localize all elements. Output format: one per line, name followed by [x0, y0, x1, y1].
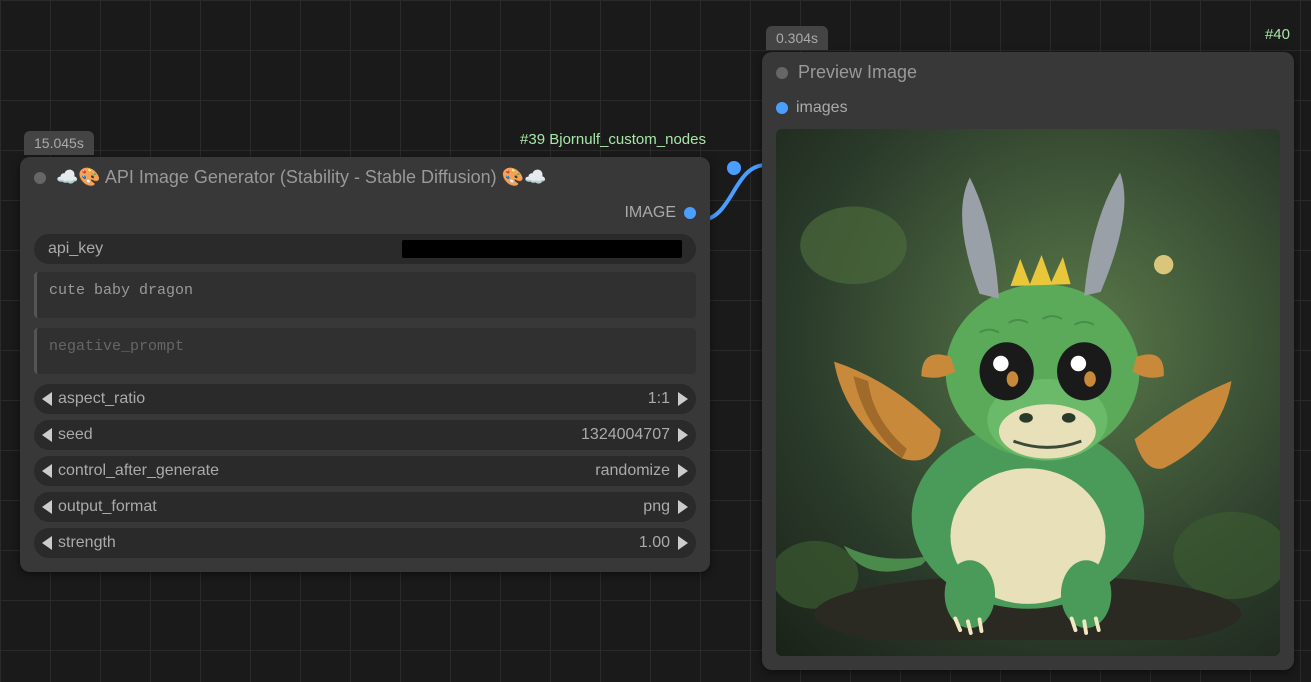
node-header[interactable]: Preview Image — [762, 52, 1294, 93]
execution-time-badge: 0.304s — [766, 26, 828, 50]
api-key-label: api_key — [48, 240, 103, 258]
param-value: 1324004707 — [581, 426, 670, 444]
node-title: ☁️🎨 API Image Generator (Stability - Sta… — [56, 167, 547, 188]
param-label: strength — [58, 534, 116, 552]
param-label: seed — [58, 426, 93, 444]
param-label: output_format — [58, 498, 157, 516]
param-value: 1.00 — [639, 534, 670, 552]
param-value: randomize — [595, 462, 670, 480]
param-aspect-ratio[interactable]: aspect_ratio 1:1 — [34, 384, 696, 414]
param-value: png — [643, 498, 670, 516]
chevron-right-icon[interactable] — [678, 536, 688, 550]
chevron-left-icon[interactable] — [42, 536, 52, 550]
chevron-right-icon[interactable] — [678, 428, 688, 442]
chevron-left-icon[interactable] — [42, 500, 52, 514]
collapse-dot-icon[interactable] — [34, 172, 46, 184]
generator-node[interactable]: 15.045s #39 Bjornulf_custom_nodes ☁️🎨 AP… — [20, 157, 710, 572]
chevron-left-icon[interactable] — [42, 464, 52, 478]
param-control-after-generate[interactable]: control_after_generate randomize — [34, 456, 696, 486]
input-port-label: images — [796, 99, 848, 117]
node-title: Preview Image — [798, 62, 917, 83]
param-strength[interactable]: strength 1.00 — [34, 528, 696, 558]
chevron-right-icon[interactable] — [678, 392, 688, 406]
chevron-right-icon[interactable] — [678, 464, 688, 478]
output-port-row[interactable]: IMAGE — [20, 198, 710, 228]
generated-image[interactable] — [776, 129, 1280, 656]
param-label: control_after_generate — [58, 462, 219, 480]
negative-prompt-textarea[interactable]: negative_prompt — [34, 328, 696, 374]
node-header[interactable]: ☁️🎨 API Image Generator (Stability - Sta… — [20, 157, 710, 198]
prompt-textarea[interactable]: cute baby dragon — [34, 272, 696, 318]
node-id-badge: #40 — [1265, 26, 1290, 43]
param-label: aspect_ratio — [58, 390, 145, 408]
param-output-format[interactable]: output_format png — [34, 492, 696, 522]
input-port-dot-icon[interactable] — [776, 102, 788, 114]
node-id-badge: #39 Bjornulf_custom_nodes — [520, 131, 706, 148]
execution-time-badge: 15.045s — [24, 131, 94, 155]
param-value: 1:1 — [648, 390, 670, 408]
collapse-dot-icon[interactable] — [776, 67, 788, 79]
param-seed[interactable]: seed 1324004707 — [34, 420, 696, 450]
api-key-value-masked[interactable] — [402, 240, 682, 258]
chevron-right-icon[interactable] — [678, 500, 688, 514]
chevron-left-icon[interactable] — [42, 392, 52, 406]
output-port-dot-icon[interactable] — [684, 207, 696, 219]
api-key-field[interactable]: api_key — [34, 234, 696, 264]
chevron-left-icon[interactable] — [42, 428, 52, 442]
preview-node[interactable]: 0.304s #40 Preview Image images — [762, 52, 1294, 670]
output-port-label: IMAGE — [624, 204, 676, 222]
dragon-illustration-icon — [776, 129, 1280, 640]
input-port-row[interactable]: images — [762, 93, 1294, 123]
